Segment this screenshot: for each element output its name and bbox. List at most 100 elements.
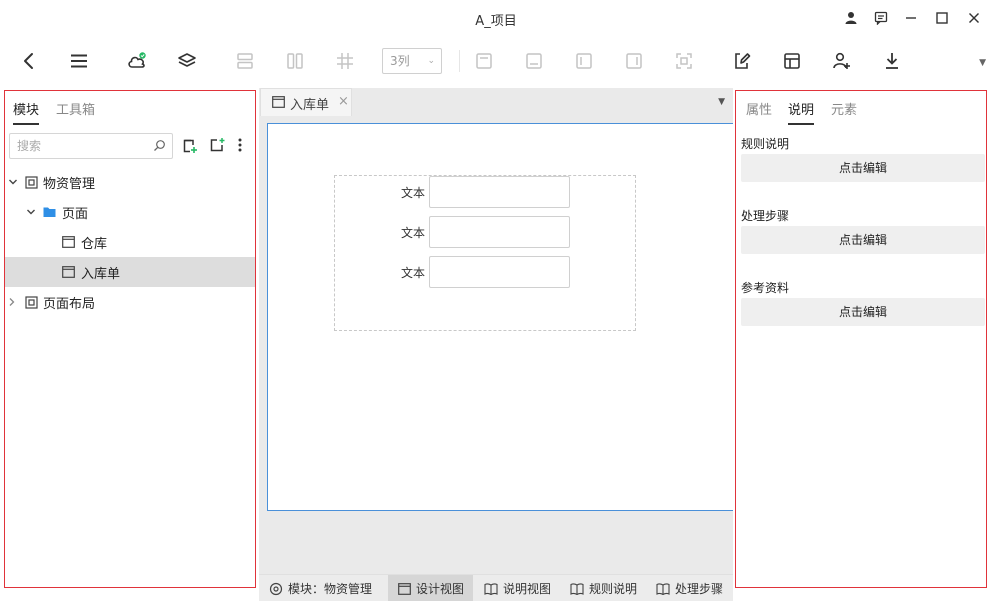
new-page-icon[interactable] [209, 137, 225, 157]
message-icon[interactable] [872, 9, 890, 27]
tab-description[interactable]: 说明 [788, 99, 815, 125]
tab-description-view[interactable]: 说明视图 [484, 575, 551, 601]
page-icon [398, 582, 411, 595]
back-icon[interactable] [17, 49, 41, 73]
title-bar: A_项目 [0, 0, 992, 36]
form-row: 文本 [335, 216, 637, 248]
align-top-icon[interactable] [472, 49, 496, 73]
section-title-references: 参考资料 [741, 281, 790, 295]
edit-page-icon[interactable] [730, 49, 754, 73]
view-label: 说明视图 [503, 582, 552, 596]
form-text-input[interactable] [429, 176, 570, 208]
rows-icon[interactable] [233, 49, 257, 73]
module-panel: 模块 工具箱 物资管理 页面 [4, 90, 256, 588]
columns-icon[interactable] [283, 49, 307, 73]
form-field-label: 文本 [401, 226, 426, 240]
form-field-label: 文本 [401, 186, 426, 200]
module-indicator[interactable]: 模块：物资管理 [269, 575, 372, 601]
tree-item-label: 物资管理 [43, 176, 96, 192]
download-icon[interactable] [880, 49, 904, 73]
column-select[interactable]: 3列 ⌄ [382, 48, 442, 74]
page-icon [61, 235, 75, 249]
chevron-down-icon: ⌄ [427, 56, 435, 66]
doc-tab-label: 入库单 [290, 98, 330, 113]
align-bottom-icon[interactable] [522, 49, 546, 73]
right-panel-tabs: 属性 说明 元素 [736, 91, 986, 125]
maximize-icon[interactable] [933, 9, 951, 27]
chevron-down-icon[interactable] [25, 206, 37, 218]
column-select-value: 3列 [390, 54, 410, 68]
chevron-right-icon[interactable] [6, 296, 18, 308]
tab-elements[interactable]: 元素 [831, 99, 857, 118]
search-icon[interactable] [153, 139, 166, 156]
search-box [9, 133, 173, 159]
tree-item-label: 页面 [62, 206, 89, 222]
tab-modules[interactable]: 模块 [13, 99, 40, 125]
add-module-icon[interactable] [182, 138, 198, 158]
page-icon [61, 265, 75, 279]
module-icon [24, 175, 38, 189]
section-title-rules: 规则说明 [741, 137, 790, 151]
tab-steps-view[interactable]: 处理步骤 [656, 575, 723, 601]
align-right-icon[interactable] [622, 49, 646, 73]
design-canvas[interactable]: 文本 文本 文本 [267, 123, 733, 511]
tree-item-page-layout[interactable]: 页面布局 [5, 287, 255, 317]
form-row: 文本 [335, 176, 637, 208]
book-icon [656, 582, 670, 595]
view-label: 处理步骤 [675, 582, 724, 596]
form-container[interactable]: 文本 文本 文本 [334, 175, 636, 331]
form-text-input[interactable] [429, 216, 570, 248]
description-panel: 属性 说明 元素 规则说明 点击编辑 处理步骤 点击编辑 参考资料 点击编辑 [735, 90, 987, 588]
view-label: 规则说明 [589, 582, 638, 596]
toolbar-divider [459, 50, 460, 72]
edit-rules-button[interactable]: 点击编辑 [741, 154, 985, 182]
tab-close-icon[interactable]: × [338, 94, 349, 109]
chevron-down-icon[interactable] [7, 176, 19, 188]
view-switch-bar: 模块：物资管理 设计视图 说明视图 规则说明 处理步骤 [259, 574, 733, 601]
book-icon [570, 582, 584, 595]
tree-item-label: 入库单 [81, 266, 121, 282]
section-title-steps: 处理步骤 [741, 209, 790, 223]
view-label: 设计视图 [416, 582, 465, 596]
tab-properties[interactable]: 属性 [746, 99, 772, 118]
minimize-icon[interactable] [902, 9, 920, 27]
tree-item-material-management[interactable]: 物资管理 [5, 167, 255, 197]
left-panel-tabs: 模块 工具箱 [5, 91, 255, 125]
fit-icon[interactable] [672, 49, 696, 73]
toolbar-more-chevron-icon[interactable]: ▼ [979, 58, 986, 68]
doc-tab-receipt[interactable]: 入库单 × [260, 88, 352, 116]
form-field-label: 文本 [401, 266, 426, 280]
add-user-icon[interactable] [830, 49, 854, 73]
design-area: 入库单 × ▼ 文本 文本 文本 模块：物资管理 设计视图 说明视图 规则说明 … [259, 88, 733, 601]
book-icon [484, 582, 498, 595]
tree-item-warehouse[interactable]: 仓库 [5, 227, 255, 257]
module-indicator-label: 模块：物资管理 [288, 582, 373, 596]
form-text-input[interactable] [429, 256, 570, 288]
tab-design-view[interactable]: 设计视图 [388, 575, 473, 601]
grid-icon[interactable] [333, 49, 357, 73]
close-icon[interactable] [965, 9, 983, 27]
module-icon [24, 295, 38, 309]
tab-toolbox[interactable]: 工具箱 [56, 99, 95, 118]
align-left-icon[interactable] [572, 49, 596, 73]
target-icon [269, 582, 283, 595]
edit-references-button[interactable]: 点击编辑 [741, 298, 985, 326]
more-vertical-icon[interactable] [237, 137, 243, 157]
cloud-sync-icon[interactable] [125, 49, 149, 73]
tree-item-pages[interactable]: 页面 [5, 197, 255, 227]
tree-item-label: 仓库 [81, 236, 108, 252]
page-icon [272, 96, 285, 112]
folder-icon [42, 205, 56, 219]
layout-icon[interactable] [780, 49, 804, 73]
edit-steps-button[interactable]: 点击编辑 [741, 226, 985, 254]
tab-rules-view[interactable]: 规则说明 [570, 575, 637, 601]
main-toolbar: 3列 ⌄ ▼ [0, 36, 992, 86]
search-input[interactable] [10, 134, 150, 158]
user-icon[interactable] [842, 9, 860, 27]
layers-icon[interactable] [175, 49, 199, 73]
menu-icon[interactable] [67, 49, 91, 73]
tab-list-chevron-icon[interactable]: ▼ [718, 97, 725, 107]
form-row: 文本 [335, 256, 637, 288]
tree-item-label: 页面布局 [43, 296, 96, 312]
tree-item-receipt[interactable]: 入库单 [5, 257, 255, 287]
